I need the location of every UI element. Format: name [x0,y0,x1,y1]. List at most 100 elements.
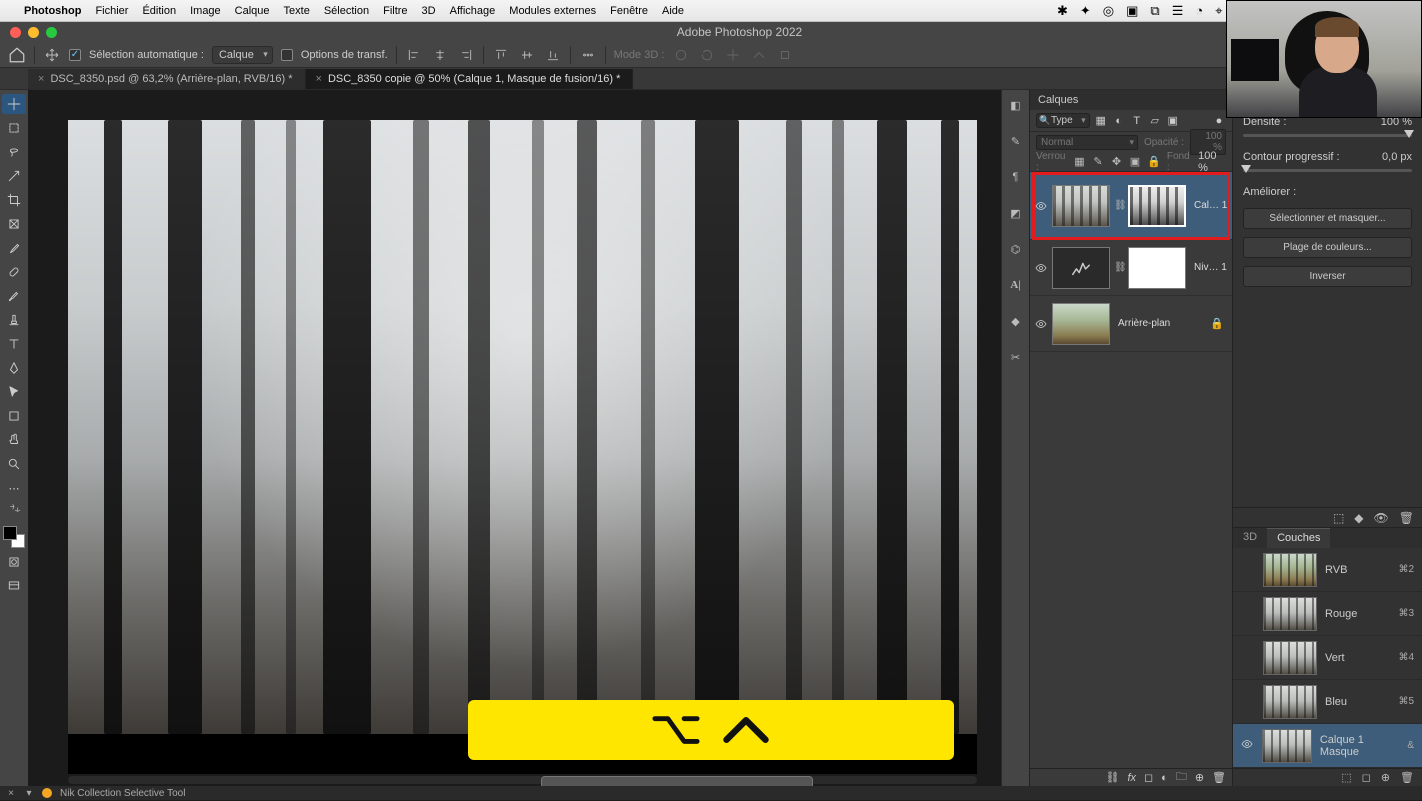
frame-tool[interactable] [2,214,26,234]
menu-image[interactable]: Image [190,5,221,17]
adjustment-layer-icon[interactable] [1052,247,1110,289]
menu-selection[interactable]: Sélection [324,5,369,17]
lock-position-icon[interactable]: ✥ [1110,155,1122,169]
layer-name[interactable]: Cal… 1 [1190,200,1227,211]
document-canvas[interactable] [68,120,977,774]
layer-row[interactable]: Arrière-plan 🔒 [1030,296,1232,352]
auto-select-checkbox[interactable] [69,49,81,61]
scrollbar-thumb[interactable] [541,776,814,786]
lock-artboard-icon[interactable]: ▣ [1129,155,1141,169]
color-range-button[interactable]: Plage de couleurs... [1243,237,1412,258]
tab-channels[interactable]: Couches [1267,528,1330,548]
status-icon[interactable]: ⧉ [1150,3,1159,19]
status-icon[interactable]: ◔ [1195,3,1203,18]
layer-visibility-toggle[interactable] [1034,262,1048,274]
layer-row[interactable]: ⛓ Niv… 1 [1030,240,1232,296]
layer-visibility-toggle[interactable] [1034,200,1048,212]
close-tab-icon[interactable]: × [316,73,322,85]
layer-mask-link-icon[interactable]: ⛓ [1114,262,1124,273]
nik-collection-bar[interactable]: × ▾ Nik Collection Selective Tool [0,786,1422,800]
brush-tool[interactable] [2,286,26,306]
menu-edit[interactable]: Édition [142,5,176,17]
menu-view[interactable]: Affichage [450,5,496,17]
align-bottom-icon[interactable] [544,46,562,64]
channel-thumbnail[interactable] [1263,641,1317,675]
stamp-tool[interactable] [2,310,26,330]
channel-thumbnail[interactable] [1263,597,1317,631]
wand-tool[interactable] [2,166,26,186]
channel-thumbnail[interactable] [1262,729,1312,763]
apply-mask-icon[interactable]: ◆ [1354,511,1363,525]
delete-mask-icon[interactable]: 🗑 [1399,511,1414,525]
align-vcenter-icon[interactable] [518,46,536,64]
menu-file[interactable]: Fichier [95,5,128,17]
layer-mask-link-icon[interactable]: ⛓ [1114,200,1124,211]
feather-value[interactable]: 0,0 px [1382,151,1412,163]
layer-mask-thumbnail[interactable] [1128,247,1186,289]
menu-3d[interactable]: 3D [422,5,436,17]
layer-thumbnail[interactable] [1052,185,1110,227]
color-swatches[interactable] [3,526,25,548]
traffic-lights[interactable] [0,27,57,38]
menu-layer[interactable]: Calque [235,5,270,17]
delete-layer-icon[interactable]: 🗑 [1212,771,1226,784]
quickmask-button[interactable] [2,552,26,572]
edit-toolbar[interactable]: ⋯ [2,478,26,498]
status-icon[interactable]: ◎ [1103,3,1114,19]
move-tool-icon[interactable] [43,46,61,64]
load-selection-icon[interactable]: ⬚ [1333,511,1344,525]
lock-transparency-icon[interactable]: ▦ [1073,155,1085,169]
screenmode-button[interactable] [2,576,26,596]
status-icon[interactable]: ✱ [1057,3,1068,19]
close-icon[interactable]: × [6,788,16,799]
filter-type-icon[interactable]: T [1130,114,1144,128]
macos-menubar[interactable]: Photoshop Fichier Édition Image Calque T… [0,0,1422,22]
status-icon[interactable]: ☰ [1172,3,1184,19]
blend-mode-dropdown[interactable]: Normal [1036,135,1138,150]
align-right-icon[interactable] [457,46,475,64]
channel-visibility[interactable] [1241,738,1254,753]
panel-icon[interactable]: ◩ [1006,204,1026,222]
shape-tool[interactable] [2,406,26,426]
layer-fx-icon[interactable]: fx [1127,772,1136,784]
lasso-tool[interactable] [2,142,26,162]
channel-row[interactable]: Calque 1 Masque & [1233,724,1422,768]
layer-filter-kind-dropdown[interactable]: Type [1036,113,1090,128]
healing-tool[interactable] [2,262,26,282]
link-layers-icon[interactable]: ⛓ [1105,771,1119,784]
panel-icon[interactable]: ¶ [1006,168,1026,186]
channel-row[interactable]: Bleu ⌘5 [1233,680,1422,724]
channel-row[interactable]: RVB ⌘2 [1233,548,1422,592]
marquee-tool[interactable] [2,118,26,138]
invert-button[interactable]: Inverser [1243,266,1412,287]
new-group-icon[interactable]: 🗀 [1176,768,1187,787]
layers-panel-header[interactable]: Calques [1030,90,1232,110]
filter-pixel-icon[interactable]: ▦ [1094,114,1108,128]
transform-controls-checkbox[interactable] [281,49,293,61]
load-channel-selection-icon[interactable]: ⬚ [1341,771,1351,784]
move-tool[interactable] [2,94,26,114]
select-and-mask-button[interactable]: Sélectionner et masquer... [1243,208,1412,229]
panel-icon[interactable]: ✂ [1006,348,1026,366]
panel-icon[interactable]: ⌬ [1006,240,1026,258]
foreground-color-swatch[interactable] [3,526,17,540]
filter-adjust-icon[interactable]: ◐ [1112,114,1126,128]
channel-thumbnail[interactable] [1263,553,1317,587]
channel-thumbnail[interactable] [1263,685,1317,719]
new-layer-icon[interactable]: ⊕ [1195,771,1204,784]
path-select-tool[interactable] [2,382,26,402]
panel-icon[interactable]: ◆ [1006,312,1026,330]
panel-icon[interactable]: ◧ [1006,96,1026,114]
zoom-tool[interactable] [2,454,26,474]
more-align-icon[interactable] [579,46,597,64]
minimize-window-button[interactable] [28,27,39,38]
filter-shape-icon[interactable]: ▱ [1148,114,1162,128]
home-button[interactable] [8,46,26,64]
status-icon[interactable]: ✦ [1080,3,1091,19]
layer-visibility-toggle[interactable] [1034,318,1048,330]
color-switch-icon[interactable] [2,502,26,516]
disable-mask-icon[interactable]: 👁 [1374,511,1389,525]
menu-help[interactable]: Aide [662,5,684,17]
layer-row[interactable]: ⛓ Cal… 1 [1030,172,1232,240]
filter-smart-icon[interactable]: ▣ [1166,114,1180,128]
